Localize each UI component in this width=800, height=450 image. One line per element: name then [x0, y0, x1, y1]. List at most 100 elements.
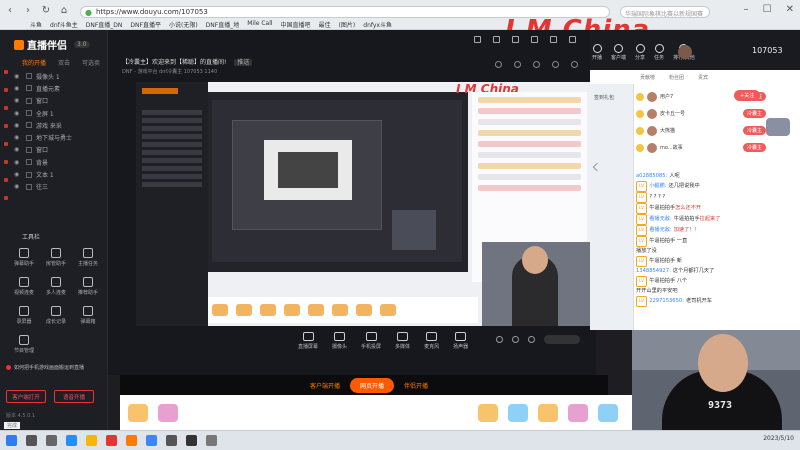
gift-icon[interactable] — [568, 403, 588, 422]
eye-icon[interactable]: ◉ — [14, 85, 22, 92]
rank-pill[interactable]: 冷囊主 — [742, 126, 766, 135]
room-header-button[interactable]: 任务 — [654, 44, 664, 61]
web-live-button[interactable]: 网页开播 — [350, 377, 395, 393]
tool-button[interactable]: 房管助手 — [40, 248, 72, 267]
bookmark-item[interactable]: DNF直播_地 — [206, 20, 240, 29]
bookmark-item[interactable]: DNF直播_DN — [86, 20, 123, 29]
chat-username[interactable]: 看播无敌: — [649, 216, 672, 222]
scene-item[interactable]: ◉ 窗口 — [14, 144, 104, 156]
back-icon[interactable]: ‹ — [4, 5, 16, 16]
rank-tab[interactable]: 贵宾 — [698, 74, 708, 81]
app-icon[interactable] — [186, 435, 197, 446]
bookmark-item[interactable]: 斗鱼 — [30, 20, 42, 29]
bookmark-item[interactable]: 小说(无限) — [169, 20, 198, 29]
gift-icon[interactable] — [552, 61, 559, 68]
settings-icon[interactable] — [493, 36, 500, 43]
chat-username[interactable]: 看播无敌: — [649, 227, 672, 233]
rank-row[interactable]: 皮卡丘一号 冷囊主 — [636, 105, 766, 122]
bookmark-item[interactable]: 中国直播吧 — [281, 20, 311, 29]
room-tag[interactable]: 推送 — [234, 59, 253, 66]
app-icon[interactable] — [206, 435, 217, 446]
tool-button[interactable]: 视频连麦 — [8, 277, 40, 296]
scene-item[interactable]: ◉ 背景 — [14, 156, 104, 168]
scene-item[interactable]: ◉ 往三 — [14, 181, 104, 193]
bookmark-item[interactable]: DNF直播平 — [130, 20, 161, 29]
app-icon[interactable] — [166, 435, 177, 446]
checkbox-icon[interactable] — [26, 183, 32, 190]
message-icon[interactable] — [512, 36, 519, 43]
share-icon[interactable] — [495, 61, 502, 68]
app-icon[interactable] — [66, 435, 77, 446]
checkbox-icon[interactable] — [26, 73, 32, 80]
tool-button[interactable]: 成长记录 — [40, 306, 72, 325]
volume-pill[interactable] — [544, 335, 580, 344]
chat-username[interactable]: 1348854927: — [636, 268, 671, 274]
settings-icon[interactable] — [528, 336, 535, 343]
stream-control-button[interactable]: 多媒体 — [395, 332, 410, 350]
phone-live-button[interactable]: 客户端打开 — [6, 390, 46, 403]
scene-item[interactable]: ◉ 全屏 1 — [14, 107, 104, 119]
chat-username[interactable]: 2297153650: — [649, 298, 684, 304]
scene-item[interactable]: ◉ 窗口 — [14, 95, 104, 107]
rank-row[interactable]: 大熊猫 冷囊主 — [636, 122, 766, 139]
tray-date[interactable]: 2023/5/10 — [763, 435, 794, 442]
bookmark-item[interactable]: dnfyx斗鱼 — [363, 20, 392, 29]
taskview-icon[interactable] — [46, 435, 57, 446]
rank-pill[interactable]: 冷囊主 — [742, 109, 766, 118]
close-icon[interactable]: ✕ — [786, 4, 794, 15]
rank-row[interactable]: mo...故事 冷囊主 — [636, 139, 766, 156]
room-header-button[interactable]: 分享 — [635, 44, 645, 61]
bookmark-item[interactable]: (图片) — [339, 20, 356, 29]
app-tab[interactable]: 可选卖 — [82, 58, 100, 67]
scene-item[interactable]: ◉ 地下城与勇士 — [14, 131, 104, 143]
scene-item[interactable]: ◉ 游戏 来采 — [14, 119, 104, 131]
refresh-icon[interactable]: ↻ — [40, 5, 52, 16]
gift-icon[interactable] — [128, 403, 148, 422]
rank-pill[interactable]: 冷囊主 — [742, 143, 766, 152]
tool-button[interactable]: 推荐助手 — [72, 277, 104, 296]
stats-icon[interactable] — [533, 61, 540, 68]
tool-button[interactable]: 多人连麦 — [40, 277, 72, 296]
eye-icon[interactable]: ◉ — [14, 171, 22, 178]
chat-username[interactable]: 小鲲鹏: — [649, 183, 666, 189]
home-icon[interactable]: ⌂ — [58, 5, 70, 16]
checkbox-icon[interactable] — [26, 146, 32, 153]
gift-icon[interactable] — [598, 403, 618, 422]
checkbox-icon[interactable] — [26, 85, 32, 92]
scene-item[interactable]: ◉ 直播元素 — [14, 82, 104, 94]
maximize-icon[interactable]: ☐ — [763, 4, 772, 15]
checkbox-icon[interactable] — [26, 134, 32, 141]
bookmark-item[interactable]: Mile Call — [247, 20, 272, 29]
start-icon[interactable] — [6, 435, 17, 446]
user-icon[interactable] — [474, 36, 481, 43]
notice[interactable]: 如何把手机游戏画面搬运到直播 — [6, 364, 84, 371]
checkbox-icon[interactable] — [26, 97, 32, 104]
companion-live-link[interactable]: 伴侣开播 — [404, 381, 428, 390]
bookmark-item[interactable]: dnf斗鱼主 — [50, 20, 78, 29]
audio-icon[interactable] — [512, 336, 519, 343]
stream-preview[interactable]: I M China — [136, 82, 592, 326]
checkbox-icon[interactable] — [26, 171, 32, 178]
chat-username[interactable]: a02885085: — [636, 173, 667, 179]
chevron-icon[interactable] — [592, 162, 602, 172]
eye-icon[interactable]: ◉ — [14, 73, 22, 80]
edit-icon[interactable] — [514, 61, 521, 68]
stream-control-button[interactable]: 扬声器 — [453, 332, 468, 350]
gift-icon[interactable] — [538, 403, 558, 422]
eye-icon[interactable]: ◉ — [14, 134, 22, 141]
app-icon[interactable] — [126, 435, 137, 446]
gift-icon[interactable] — [478, 403, 498, 422]
eye-icon[interactable]: ◉ — [14, 122, 22, 129]
sidebar-label[interactable]: 签到礼包 — [594, 94, 614, 101]
scene-item[interactable]: ◉ 摄像头 1 — [14, 70, 104, 82]
rank-tab[interactable]: 粉丝团 — [669, 74, 684, 81]
close-icon[interactable] — [569, 36, 576, 43]
tool-button[interactable]: 节目管理 — [8, 335, 40, 354]
stream-control-button[interactable]: 摄像头 — [332, 332, 347, 350]
bookmark-item[interactable]: 最佳 — [319, 20, 331, 29]
app-icon[interactable] — [106, 435, 117, 446]
checkbox-icon[interactable] — [26, 159, 32, 166]
more-icon[interactable] — [571, 61, 578, 68]
minimize-icon[interactable] — [531, 36, 538, 43]
app-tab[interactable]: 双击 — [58, 58, 70, 67]
